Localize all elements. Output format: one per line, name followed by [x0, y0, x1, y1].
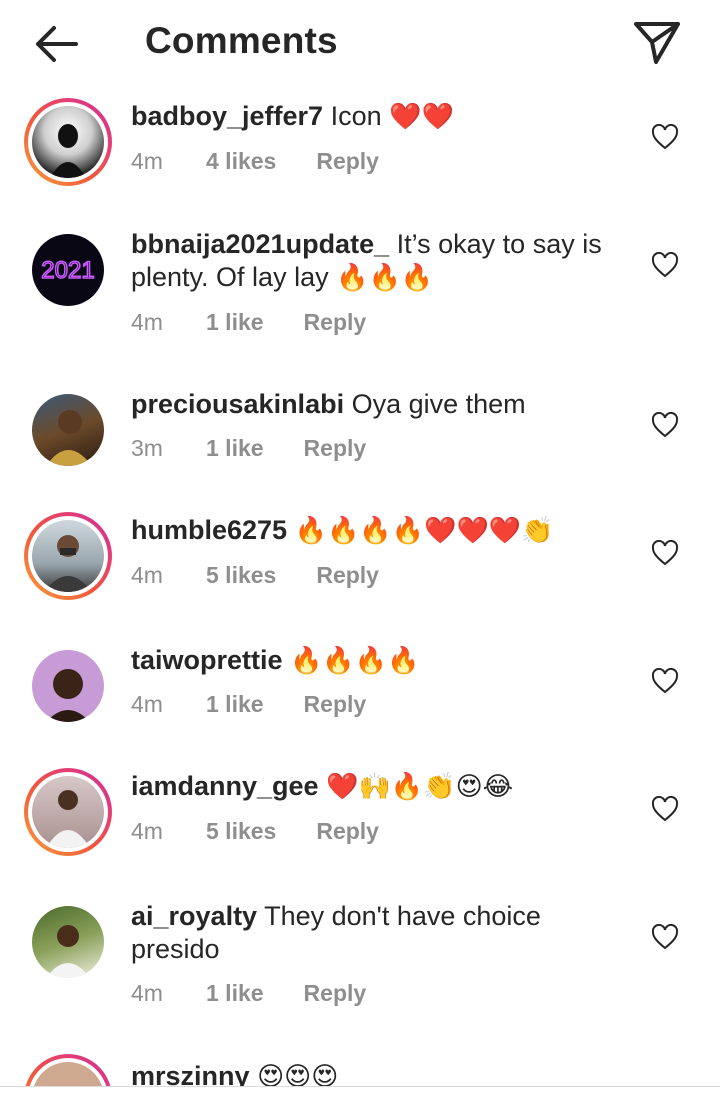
comment-emoji: 🔥🔥🔥🔥 — [290, 646, 420, 676]
comment-time: 4m — [131, 309, 163, 335]
avatar[interactable] — [24, 98, 112, 186]
heart-outline-icon — [651, 539, 679, 566]
reply-button[interactable]: Reply — [316, 148, 379, 175]
comment-username[interactable]: ai_royalty — [131, 901, 257, 931]
share-button[interactable] — [632, 20, 682, 66]
comment-emoji: 🔥🔥🔥🔥❤️❤️❤️👏 — [294, 516, 554, 546]
comment-username[interactable]: bbnaija2021update_ — [131, 229, 389, 259]
comment-meta: 4m 1 like Reply — [131, 691, 366, 718]
page-title: Comments — [145, 20, 338, 61]
comment-item: preciousakinlabi Oya give them 3m 1 like R… — [0, 386, 720, 496]
comment-item: taiwoprettie 🔥🔥🔥🔥 4m 1 like Reply — [0, 642, 720, 752]
comment-likes[interactable]: 1 like — [206, 980, 264, 1007]
comment-time: 3m — [131, 435, 163, 461]
like-button[interactable] — [651, 795, 679, 822]
comment-likes[interactable]: 1 like — [206, 309, 264, 336]
comment-likes[interactable]: 5 likes — [206, 818, 276, 845]
comment-meta: 3m 1 like Reply — [131, 435, 366, 462]
comment-item: mrszinny 😍😍😍 — [0, 1054, 720, 1086]
comment-likes[interactable]: 5 likes — [206, 562, 276, 589]
reply-button[interactable]: Reply — [316, 818, 379, 845]
comment-meta: 4m 5 likes Reply — [131, 562, 379, 589]
reply-button[interactable]: Reply — [304, 980, 367, 1007]
like-button[interactable] — [651, 539, 679, 566]
comment-meta: 4m 1 like Reply — [131, 309, 366, 336]
comment-likes[interactable]: 1 like — [206, 435, 264, 462]
back-button[interactable] — [30, 22, 82, 66]
comment-item: badboy_jeffer7 Icon ❤️❤️ 4m 4 likes Reply — [0, 98, 720, 218]
avatar[interactable]: 2021 — [24, 226, 112, 314]
reply-button[interactable]: Reply — [304, 435, 367, 462]
like-button[interactable] — [651, 251, 679, 278]
arrow-left-icon — [36, 26, 78, 62]
comment-item: 2021 bbnaija2021update_ It’s okay to say… — [0, 226, 720, 376]
comment-item: iamdanny_gee ❤️🙌🔥👏😍😂 4m 5 likes Reply — [0, 768, 720, 888]
comment-username[interactable]: taiwoprettie — [131, 645, 283, 675]
avatar[interactable] — [24, 1054, 112, 1086]
header-bar: Comments — [0, 0, 720, 88]
bottom-divider — [0, 1086, 720, 1087]
avatar[interactable] — [24, 768, 112, 856]
comment-username[interactable]: mrszinny — [131, 1061, 250, 1086]
comment-likes[interactable]: 1 like — [206, 691, 264, 718]
comment-meta: 4m 5 likes Reply — [131, 818, 379, 845]
comment-emoji: ❤️❤️ — [389, 102, 454, 132]
avatar[interactable] — [24, 642, 112, 730]
comment-emoji: ❤️🙌🔥👏😍😂 — [326, 772, 514, 802]
comment-time: 4m — [131, 562, 163, 588]
heart-outline-icon — [651, 795, 679, 822]
comment-meta: 4m 1 like Reply — [131, 980, 366, 1007]
comment-time: 4m — [131, 148, 163, 174]
avatar[interactable] — [24, 898, 112, 986]
comment-time: 4m — [131, 980, 163, 1006]
comment-item: humble6275 🔥🔥🔥🔥❤️❤️❤️👏 4m 5 likes Reply — [0, 512, 720, 632]
reply-button[interactable]: Reply — [304, 691, 367, 718]
heart-outline-icon — [651, 411, 679, 438]
comment-username[interactable]: humble6275 — [131, 515, 287, 545]
heart-outline-icon — [651, 923, 679, 950]
avatar[interactable] — [24, 512, 112, 600]
avatar[interactable] — [24, 386, 112, 474]
reply-button[interactable]: Reply — [316, 562, 379, 589]
comment-time: 4m — [131, 818, 163, 844]
comment-username[interactable]: badboy_jeffer7 — [131, 101, 323, 131]
heart-outline-icon — [651, 251, 679, 278]
like-button[interactable] — [651, 123, 679, 150]
reply-button[interactable]: Reply — [304, 309, 367, 336]
like-button[interactable] — [651, 411, 679, 438]
comment-username[interactable]: iamdanny_gee — [131, 771, 319, 801]
comment-text: Oya give them — [351, 389, 526, 419]
avatar-label: 2021 — [41, 257, 94, 284]
like-button[interactable] — [651, 923, 679, 950]
comment-username[interactable]: preciousakinlabi — [131, 389, 344, 419]
heart-outline-icon — [651, 667, 679, 694]
heart-outline-icon — [651, 123, 679, 150]
paper-plane-icon — [634, 22, 680, 64]
comment-time: 4m — [131, 691, 163, 717]
comment-emoji: 🔥🔥🔥 — [336, 263, 434, 293]
comment-emoji: 😍😍😍 — [257, 1062, 339, 1086]
comment-text: Icon — [330, 101, 382, 131]
comment-likes[interactable]: 4 likes — [206, 148, 276, 175]
comment-item: ai_royalty They don't have choice presid… — [0, 898, 720, 1048]
comment-meta: 4m 4 likes Reply — [131, 148, 379, 175]
like-button[interactable] — [651, 667, 679, 694]
